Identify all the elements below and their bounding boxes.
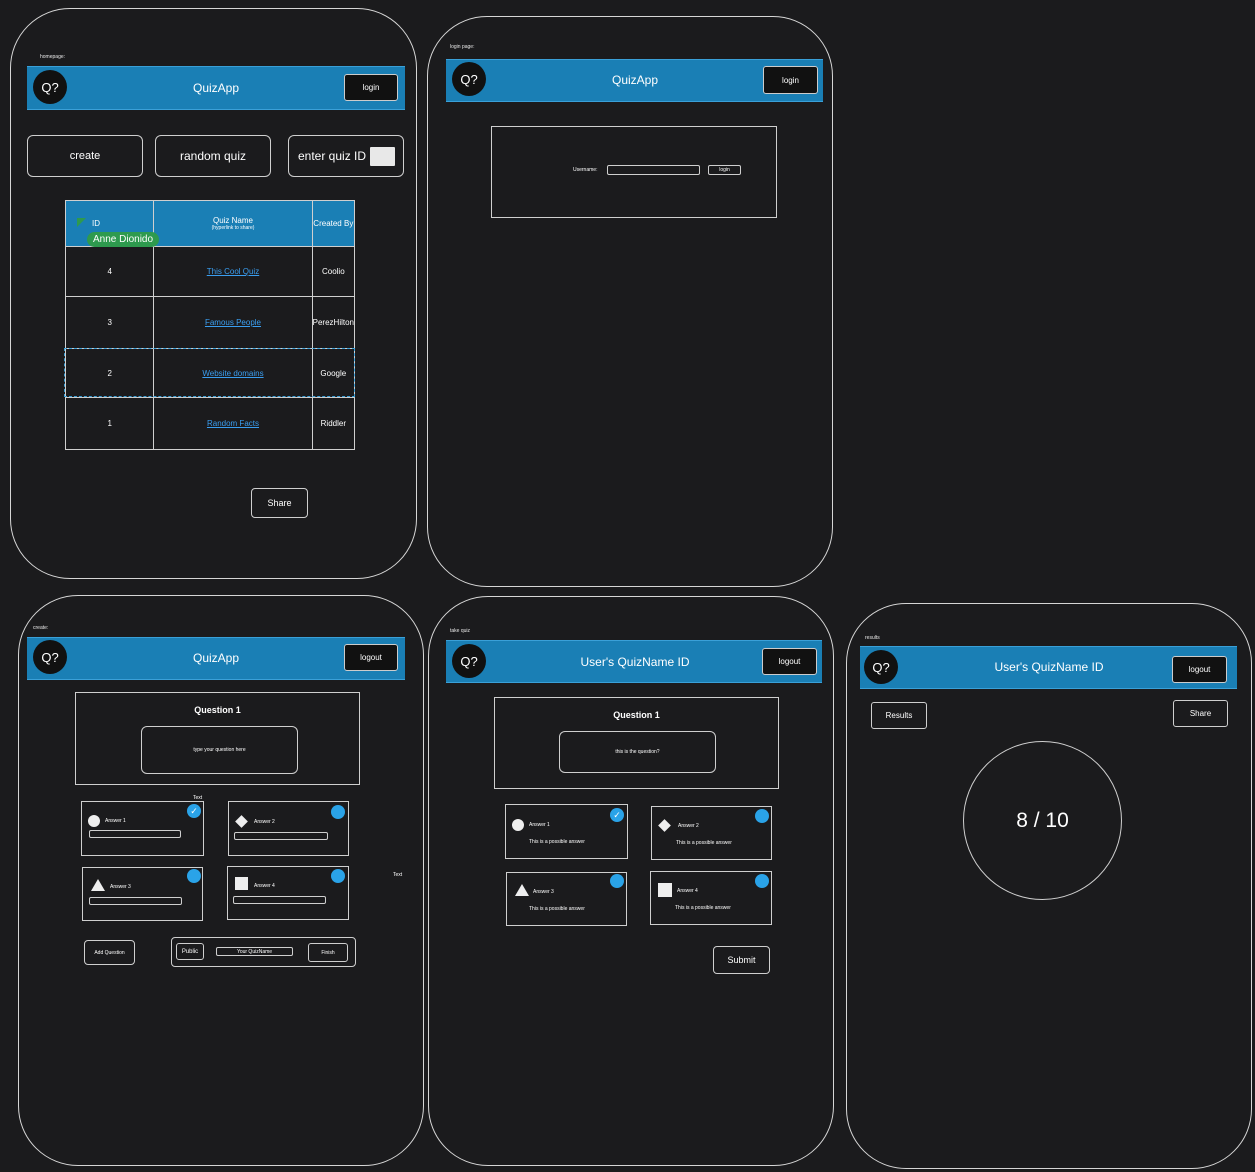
submit-button[interactable]: Submit [713,946,770,974]
circle-icon [512,819,524,831]
question-title: Question 1 [613,710,660,720]
answer-label: Answer 4 [677,888,698,894]
correct-check-icon[interactable]: ✓ [187,804,201,818]
row-id: 1 [64,397,155,450]
answer-option-3[interactable] [506,872,627,926]
answer-text: This is a possible answer [675,905,731,911]
username-input[interactable] [607,165,700,175]
answer-select-dot[interactable] [331,805,345,819]
results-button[interactable]: Results [871,702,927,729]
triangle-icon [515,884,529,896]
table-row[interactable]: 4 This Cool Quiz Coolio [64,246,356,297]
login-button[interactable]: login [344,74,398,101]
take-quiz-frame-label: take quiz [450,628,471,634]
quiz-name-input[interactable]: Your QuizName [216,947,293,956]
answer-option-2[interactable] [651,806,772,860]
login-button[interactable]: login [763,66,818,94]
answer-card-1 [81,801,204,856]
finish-button[interactable]: Finish [308,943,348,962]
login-submit-button[interactable]: login [708,165,741,175]
answer-label: Answer 3 [110,884,131,890]
row-created-by: Coolio [311,246,356,297]
random-quiz-button[interactable]: random quiz [155,135,271,177]
table-row[interactable]: 3 Famous People PerezHilton [64,296,356,349]
score-text: 8 / 10 [1016,808,1069,832]
share-button[interactable]: Share [251,488,308,518]
question-title: Question 1 [194,705,241,715]
create-button[interactable]: create [27,135,143,177]
create-frame [18,595,424,1166]
answer-select-dot[interactable] [187,869,201,883]
selected-check-icon[interactable]: ✓ [610,808,624,822]
answer-text: This is a possible answer [529,906,585,912]
add-question-button[interactable]: Add Question [84,940,135,965]
app-title: QuizApp [192,651,240,665]
homepage-frame-label: homepage: [40,54,66,60]
answer-input[interactable] [234,832,328,840]
share-button[interactable]: Share [1173,700,1228,727]
answer-label: Answer 2 [254,819,275,825]
create-frame-label: create: [33,625,49,631]
row-id: 3 [64,296,155,349]
app-logo[interactable]: Q? [33,70,67,104]
answer-select-dot[interactable] [331,869,345,883]
answer-label: Answer 3 [533,889,554,895]
logout-button[interactable]: logout [344,644,398,671]
answer-label: Answer 1 [529,822,550,828]
row-created-by: PerezHilton [311,296,356,349]
collaborator-cursor [77,218,86,227]
answer-select-dot[interactable] [755,809,769,823]
design-canvas: homepage: Q? QuizApp login create random… [0,0,1255,1172]
quiz-link[interactable]: Famous People [205,318,261,327]
col-header-quiz-name: Quiz Name (hyperlink to share) [153,200,313,247]
answer-label: Answer 4 [254,883,275,889]
app-logo[interactable]: Q? [33,640,67,674]
app-logo[interactable]: Q? [864,650,898,684]
app-logo[interactable]: Q? [452,644,486,678]
square-icon [658,883,672,897]
answer-option-4[interactable] [650,871,772,925]
row-id: 4 [64,246,155,297]
square-icon [235,877,248,890]
quiz-link[interactable]: Random Facts [207,419,259,428]
enter-quiz-id-control[interactable]: enter quiz ID [288,135,404,177]
quiz-link[interactable]: This Cool Quiz [207,267,259,276]
quiz-header-title: User's QuizName ID [580,655,690,669]
question-text-box: this is the question? [559,731,716,773]
app-logo[interactable]: Q? [452,62,486,96]
text-note: Text [393,872,403,878]
answer-input[interactable] [89,830,181,838]
answer-text: This is a possible answer [529,839,585,845]
app-title: QuizApp [192,81,240,95]
username-label: Username: [573,167,598,173]
question-input[interactable]: type your question here [141,726,298,774]
answer-label: Answer 1 [105,818,126,824]
answer-card-3 [82,867,203,921]
results-frame-label: results [865,635,880,641]
col-header-created-by: Created By [311,200,356,247]
collaborator-name-tag: Anne Dionido [87,232,160,247]
enter-quiz-id-label: enter quiz ID [298,149,367,163]
answer-input[interactable] [89,897,182,905]
logout-button[interactable]: logout [1172,656,1227,683]
row-created-by: Riddler [311,397,356,450]
public-toggle[interactable]: Public [176,943,204,960]
answer-input[interactable] [233,896,326,904]
triangle-icon [91,879,105,891]
score-circle: 8 / 10 [963,741,1122,900]
col-header-quiz-name-sub: (hyperlink to share) [211,225,255,231]
circle-icon [88,815,100,827]
answer-text: This is a possible answer [676,840,732,846]
quiz-header-title: User's QuizName ID [994,660,1104,674]
app-title: QuizApp [611,73,659,87]
answer-select-dot[interactable] [610,874,624,888]
table-row[interactable]: 1 Random Facts Riddler [64,397,356,450]
answer-label: Answer 2 [678,823,699,829]
login-frame-label: login page: [450,44,475,50]
quiz-id-input[interactable] [370,146,396,166]
selection-outline [64,348,355,397]
logout-button[interactable]: logout [762,648,817,675]
answer-select-dot[interactable] [755,874,769,888]
col-header-quiz-name-label: Quiz Name [212,216,253,225]
